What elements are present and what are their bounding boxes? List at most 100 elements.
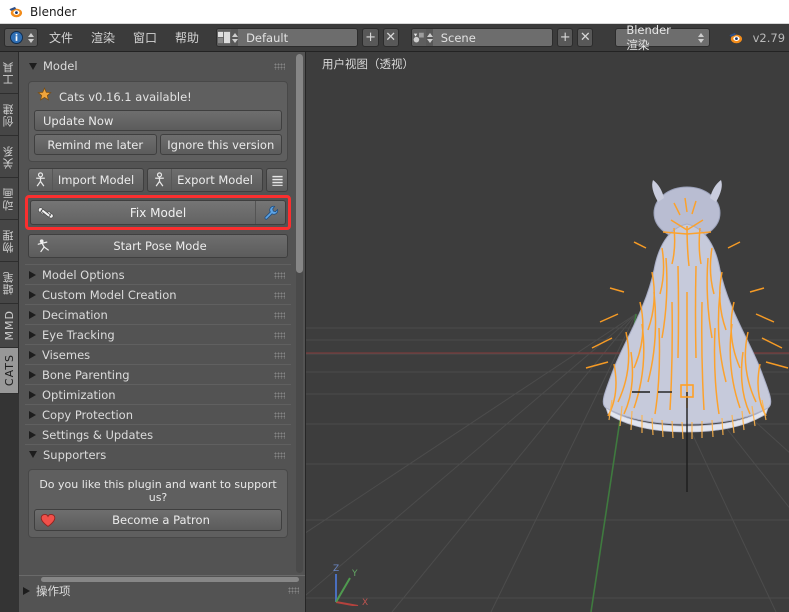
chevron-right-icon [29, 410, 36, 419]
drag-grip-icon[interactable] [274, 63, 285, 70]
screen-layout-value[interactable]: Default [238, 29, 358, 46]
update-now-button[interactable]: Update Now [34, 110, 282, 131]
tab-animation[interactable]: 动画 [0, 178, 19, 220]
armature-icon [148, 169, 172, 191]
cats-side-panel: Model Cats v0.16.1 available! Update Now… [19, 52, 305, 575]
export-model-button[interactable]: Export Model [147, 168, 263, 192]
scene-selector[interactable]: Scene [410, 28, 554, 47]
drag-grip-icon[interactable] [274, 292, 285, 299]
update-now-label: Update Now [43, 113, 114, 128]
drag-grip-icon[interactable] [274, 412, 285, 419]
chevron-right-icon [29, 430, 36, 439]
supporters-question: Do you like this plugin and want to supp… [39, 478, 277, 504]
update-notice-box: Cats v0.16.1 available! Update Now Remin… [28, 81, 288, 162]
drag-grip-icon[interactable] [274, 372, 285, 379]
section-eye-tracking[interactable]: Eye Tracking [25, 324, 291, 344]
scene-value[interactable]: Scene [432, 29, 553, 46]
list-icon [267, 169, 287, 191]
wrench-icon[interactable] [255, 201, 285, 224]
pose-icon [29, 238, 59, 254]
drag-grip-icon[interactable] [288, 587, 299, 594]
viewport-axis-gizmo: Z Y X [333, 564, 368, 606]
tab-cats[interactable]: CATS [0, 348, 19, 394]
section-copy-protection[interactable]: Copy Protection [25, 404, 291, 424]
axis-x-label: X [362, 598, 368, 606]
become-a-patron-button[interactable]: Become a Patron [34, 509, 282, 531]
menu-file[interactable]: 文件 [42, 27, 80, 48]
screen-layout-icon [217, 29, 232, 46]
drag-grip-icon[interactable] [274, 392, 285, 399]
supporters-box: Do you like this plugin and want to supp… [28, 469, 288, 538]
drag-grip-icon[interactable] [274, 432, 285, 439]
chevron-right-icon [29, 290, 36, 299]
screen-layout-selector[interactable]: Default [216, 28, 359, 47]
viewport-view-label: 用户视图（透视） [322, 57, 414, 71]
chevron-right-icon [29, 330, 36, 339]
3d-model-object[interactable] [306, 52, 789, 612]
tab-relations[interactable]: 关系 [0, 136, 19, 178]
tab-cats-label: CATS [2, 354, 16, 387]
chevron-right-icon [29, 350, 36, 359]
section-custom-model-creation[interactable]: Custom Model Creation [25, 284, 291, 304]
section-model-options[interactable]: Model Options [25, 264, 291, 284]
sidebar-tab-strip: 工具 创建 关系 动画 物理 蜡笔 MMD CATS [0, 52, 19, 612]
chevron-right-icon [29, 310, 36, 319]
section-copy-protection-label: Copy Protection [42, 407, 134, 422]
fix-model-button[interactable]: Fix Model [30, 200, 286, 225]
ignore-this-version-button[interactable]: Ignore this version [159, 134, 282, 155]
menu-help[interactable]: 帮助 [168, 27, 206, 48]
side-panel-scrollbar[interactable] [296, 54, 303, 573]
chevron-right-icon [29, 390, 36, 399]
export-model-label: Export Model [177, 173, 253, 187]
menu-render[interactable]: 渲染 [84, 27, 122, 48]
tab-tools[interactable]: 工具 [0, 52, 19, 94]
section-model-label: Model [43, 59, 78, 73]
editor-type-selector[interactable] [4, 28, 38, 47]
window-titlebar: Blender [0, 0, 789, 24]
add-scene-button[interactable]: + [557, 28, 574, 47]
section-visemes[interactable]: Visemes [25, 344, 291, 364]
operator-panel-label: 操作项 [36, 584, 71, 598]
blender-version-logo-icon [728, 30, 743, 45]
remind-me-later-button[interactable]: Remind me later [34, 134, 157, 155]
tab-mmd-label: MMD [2, 310, 16, 341]
3d-viewport[interactable]: 用户视图（透视） Z Y X [306, 52, 789, 612]
drag-grip-icon[interactable] [274, 452, 285, 459]
section-custom-model-creation-label: Custom Model Creation [42, 287, 177, 302]
section-model-header[interactable]: Model [25, 56, 291, 76]
section-settings-updates[interactable]: Settings & Updates [25, 424, 291, 444]
drag-grip-icon[interactable] [274, 352, 285, 359]
import-model-button[interactable]: Import Model [28, 168, 144, 192]
tab-mmd[interactable]: MMD [0, 304, 19, 348]
section-bone-parenting[interactable]: Bone Parenting [25, 364, 291, 384]
add-screen-layout-button[interactable]: + [362, 28, 379, 47]
tab-physics[interactable]: 物理 [0, 220, 19, 262]
section-eye-tracking-label: Eye Tracking [42, 327, 115, 342]
tab-physics-label: 物理 [2, 228, 15, 253]
delete-scene-button[interactable]: ✕ [577, 28, 594, 47]
section-supporters-label: Supporters [43, 447, 107, 462]
panel-divider[interactable] [305, 52, 306, 612]
blender-top-header: 文件 渲染 窗口 帮助 Default + ✕ Scene + ✕ Blende… [0, 23, 789, 52]
drag-grip-icon[interactable] [274, 332, 285, 339]
import-model-label: Import Model [57, 173, 135, 187]
chevron-right-icon [29, 270, 36, 279]
render-engine-selector[interactable]: Blender 渲染 [615, 23, 710, 52]
chevron-down-icon [29, 451, 37, 458]
export-options-button[interactable] [266, 168, 288, 192]
section-supporters[interactable]: Supporters [25, 444, 291, 464]
section-decimation[interactable]: Decimation [25, 304, 291, 324]
section-optimization[interactable]: Optimization [25, 384, 291, 404]
model-io-button-row: Import Model Export Model [28, 168, 288, 192]
start-pose-mode-button[interactable]: Start Pose Mode [28, 234, 288, 258]
drag-grip-icon[interactable] [274, 312, 285, 319]
fix-model-label: Fix Model [129, 205, 187, 220]
tab-grease-pencil[interactable]: 蜡笔 [0, 262, 19, 304]
operator-panel-header[interactable]: 操作项 [19, 580, 305, 602]
side-panel-scrollbar-thumb[interactable] [296, 54, 303, 273]
delete-screen-layout-button[interactable]: ✕ [382, 28, 399, 47]
star-icon [37, 87, 52, 106]
tab-create[interactable]: 创建 [0, 94, 19, 136]
menu-window[interactable]: 窗口 [126, 27, 164, 48]
drag-grip-icon[interactable] [274, 272, 285, 279]
